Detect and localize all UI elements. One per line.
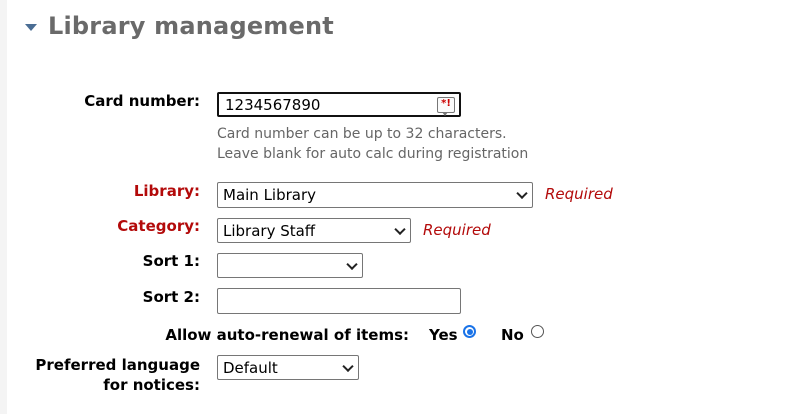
chevron-down-icon xyxy=(346,258,358,270)
auto-renewal-label: Allow auto-renewal of items: xyxy=(165,326,409,344)
card-number-value: 1234567890 xyxy=(225,95,321,114)
card-number-hint-1: Card number can be up to 32 characters. xyxy=(217,126,507,142)
sort2-input[interactable] xyxy=(217,288,461,314)
chevron-down-icon xyxy=(342,360,354,372)
preferred-language-label-line1: Preferred language xyxy=(35,356,200,374)
library-required-text: Required xyxy=(545,185,613,203)
library-management-section: Library management Card number: 12345678… xyxy=(0,0,790,414)
autofill-card-icon[interactable]: *! xyxy=(437,97,455,116)
auto-renewal-yes-radio[interactable] xyxy=(463,325,476,338)
chevron-down-icon xyxy=(516,187,528,200)
auto-renewal-no-label[interactable]: No xyxy=(501,326,524,344)
left-panel-edge xyxy=(0,0,7,414)
section-title: Library management xyxy=(48,12,334,40)
collapse-caret-icon[interactable] xyxy=(25,23,37,31)
category-selected-value: Library Staff xyxy=(223,221,316,240)
library-select[interactable]: Main Library xyxy=(217,182,533,208)
auto-renewal-yes-label[interactable]: Yes xyxy=(429,326,458,344)
preferred-language-label: Preferred language for notices: xyxy=(20,355,200,395)
chevron-down-icon xyxy=(394,223,406,235)
preferred-language-select[interactable]: Default xyxy=(217,355,359,380)
card-number-label: Card number: xyxy=(84,92,200,110)
card-number-input[interactable]: 1234567890 *! xyxy=(217,92,461,117)
category-select[interactable]: Library Staff xyxy=(217,218,411,243)
section-header[interactable]: Library management xyxy=(25,12,334,40)
sort2-label: Sort 2: xyxy=(142,288,200,306)
category-required-text: Required xyxy=(423,221,491,239)
library-selected-value: Main Library xyxy=(223,186,317,204)
sort1-label: Sort 1: xyxy=(142,252,200,270)
category-label: Category: xyxy=(117,217,200,235)
auto-renewal-no-radio[interactable] xyxy=(531,325,544,338)
preferred-language-selected-value: Default xyxy=(223,358,278,377)
preferred-language-label-line2: for notices: xyxy=(103,376,200,394)
library-label: Library: xyxy=(133,182,200,200)
sort1-select[interactable] xyxy=(217,253,363,278)
card-number-hint-2: Leave blank for auto calc during registr… xyxy=(217,146,529,162)
